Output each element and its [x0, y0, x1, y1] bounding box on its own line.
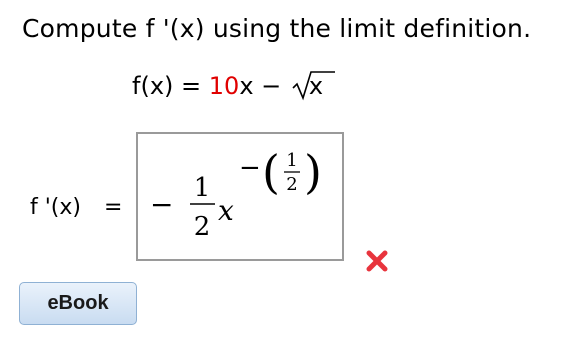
prompt-before: Compute	[22, 14, 146, 43]
given-function: f(x) = 10x − x	[132, 71, 335, 101]
radical-sign-icon	[292, 71, 335, 101]
x-mark-icon	[366, 250, 388, 272]
exponent-sign: −	[239, 153, 261, 183]
exponent-denominator: 2	[286, 174, 297, 195]
answer-input-box[interactable]: − 1 2 x − ( 1 2 )	[136, 132, 344, 261]
answer-label: f '(x)	[30, 195, 81, 220]
prompt-after: using the limit definition.	[204, 14, 532, 43]
answer-numerator: 1	[194, 173, 211, 203]
exponent-numerator: 1	[286, 150, 297, 171]
ebook-button[interactable]: eBook	[19, 282, 137, 325]
given-variable: x	[239, 72, 254, 100]
given-minus: −	[261, 72, 282, 100]
answer-equals: =	[104, 195, 123, 220]
answer-expression: − 1 2 x − ( 1 2 )	[150, 145, 322, 242]
square-root: x	[292, 71, 335, 101]
answer-base: x	[218, 194, 234, 227]
question-prompt: Compute f '(x) using the limit definitio…	[22, 14, 531, 43]
prompt-function-name: f '(x)	[145, 14, 205, 43]
answer-sign: −	[150, 188, 173, 221]
given-coefficient: 10	[208, 72, 240, 100]
exponent-open-paren: (	[262, 145, 280, 199]
given-equals: =	[181, 72, 202, 100]
given-lhs: f(x)	[132, 72, 174, 100]
exponent-close-paren: )	[304, 145, 322, 199]
answer-denominator: 2	[194, 212, 211, 242]
